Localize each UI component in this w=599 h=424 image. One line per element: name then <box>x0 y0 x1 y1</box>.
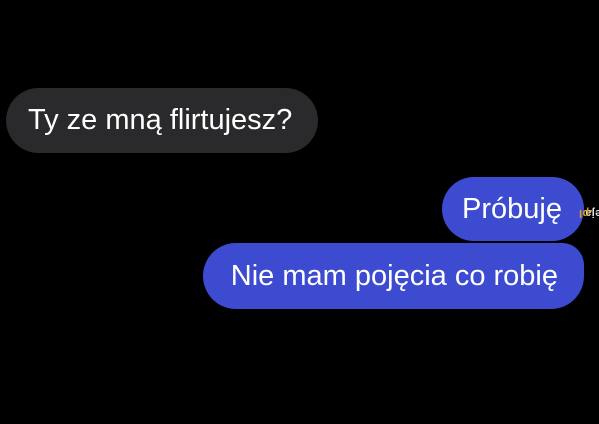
message-bubble-received[interactable]: Ty ze mną flirtujesz? <box>6 88 319 153</box>
chat-conversation: Ty ze mną flirtujesz? Próbuję Nie mam po… <box>0 0 599 424</box>
watermark-logo: jeja.pl <box>579 187 599 239</box>
message-text: Ty ze mną flirtujesz? <box>28 104 293 136</box>
message-bubble-sent[interactable]: Nie mam pojęcia co robię <box>202 243 584 309</box>
watermark-accent-text: .pl <box>579 207 593 219</box>
message-text: Próbuję <box>462 192 562 225</box>
message-text: Nie mam pojęcia co robię <box>230 259 558 292</box>
message-bubble-sent[interactable]: Próbuję <box>442 177 584 241</box>
